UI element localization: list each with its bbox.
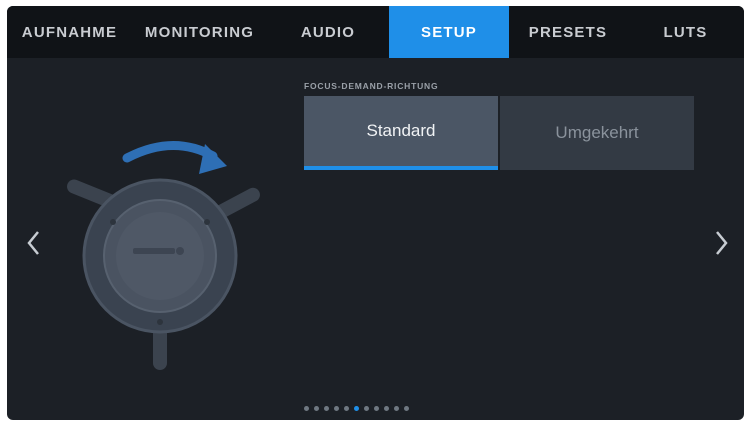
page-dot [404, 406, 409, 411]
page-dot [354, 406, 359, 411]
page-dot [364, 406, 369, 411]
chevron-right-icon[interactable] [711, 228, 731, 258]
page-indicator [304, 406, 409, 411]
tab-setup[interactable]: SETUP [389, 6, 509, 58]
tab-audio[interactable]: AUDIO [267, 6, 389, 58]
chevron-left-icon[interactable] [24, 228, 44, 258]
tab-presets[interactable]: PRESETS [509, 6, 627, 58]
tab-aufnahme[interactable]: AUFNAHME [7, 6, 132, 58]
tab-bar: AUFNAHME MONITORING AUDIO SETUP PRESETS … [7, 6, 744, 58]
page-dot [344, 406, 349, 411]
page-dot [374, 406, 379, 411]
page-dot [304, 406, 309, 411]
page-dot [384, 406, 389, 411]
option-umgekehrt-button[interactable]: Umgekehrt [500, 96, 694, 170]
tab-monitoring[interactable]: MONITORING [132, 6, 267, 58]
option-standard-button[interactable]: Standard [304, 96, 498, 170]
tab-luts[interactable]: LUTS [627, 6, 744, 58]
camera-setup-screen: AUFNAHME MONITORING AUDIO SETUP PRESETS … [7, 6, 744, 420]
focus-demand-direction-label: FOCUS-DEMAND-RICHTUNG [304, 81, 439, 91]
page-dot [314, 406, 319, 411]
page-dot [394, 406, 399, 411]
focus-demand-knob-icon [67, 141, 260, 370]
page-dot [324, 406, 329, 411]
page-dot [334, 406, 339, 411]
